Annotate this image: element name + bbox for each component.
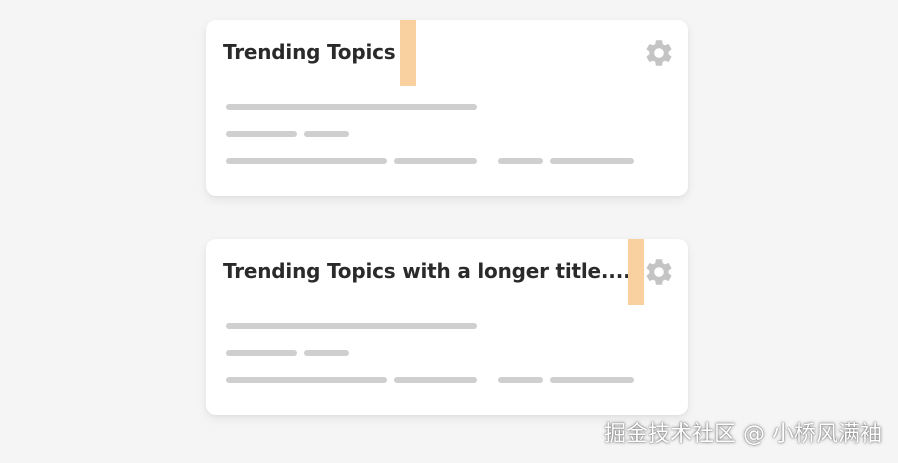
placeholder-line [304, 131, 349, 137]
placeholder-line [498, 377, 543, 383]
placeholder-line [550, 377, 634, 383]
highlight-marker [400, 20, 416, 86]
placeholder-line [226, 104, 477, 110]
gear-icon[interactable] [643, 256, 675, 288]
highlight-marker [628, 239, 644, 305]
placeholder-line [226, 323, 477, 329]
placeholder-line [226, 350, 297, 356]
placeholder-line [226, 131, 297, 137]
placeholder-line [550, 158, 634, 164]
card-title: Trending Topics with a longer title..... [223, 259, 638, 283]
card-title: Trending Topics [223, 40, 396, 64]
watermark: 掘金技术社区 @ 小桥风满袖 [604, 422, 882, 447]
placeholder-line [304, 350, 349, 356]
gear-icon[interactable] [643, 37, 675, 69]
placeholder-line [394, 377, 477, 383]
topic-card: Trending Topics with a longer title..... [206, 239, 688, 415]
placeholder-line [498, 158, 543, 164]
topic-card: Trending Topics [206, 20, 688, 196]
placeholder-line [394, 158, 477, 164]
placeholder-line [226, 158, 387, 164]
placeholder-line [226, 377, 387, 383]
